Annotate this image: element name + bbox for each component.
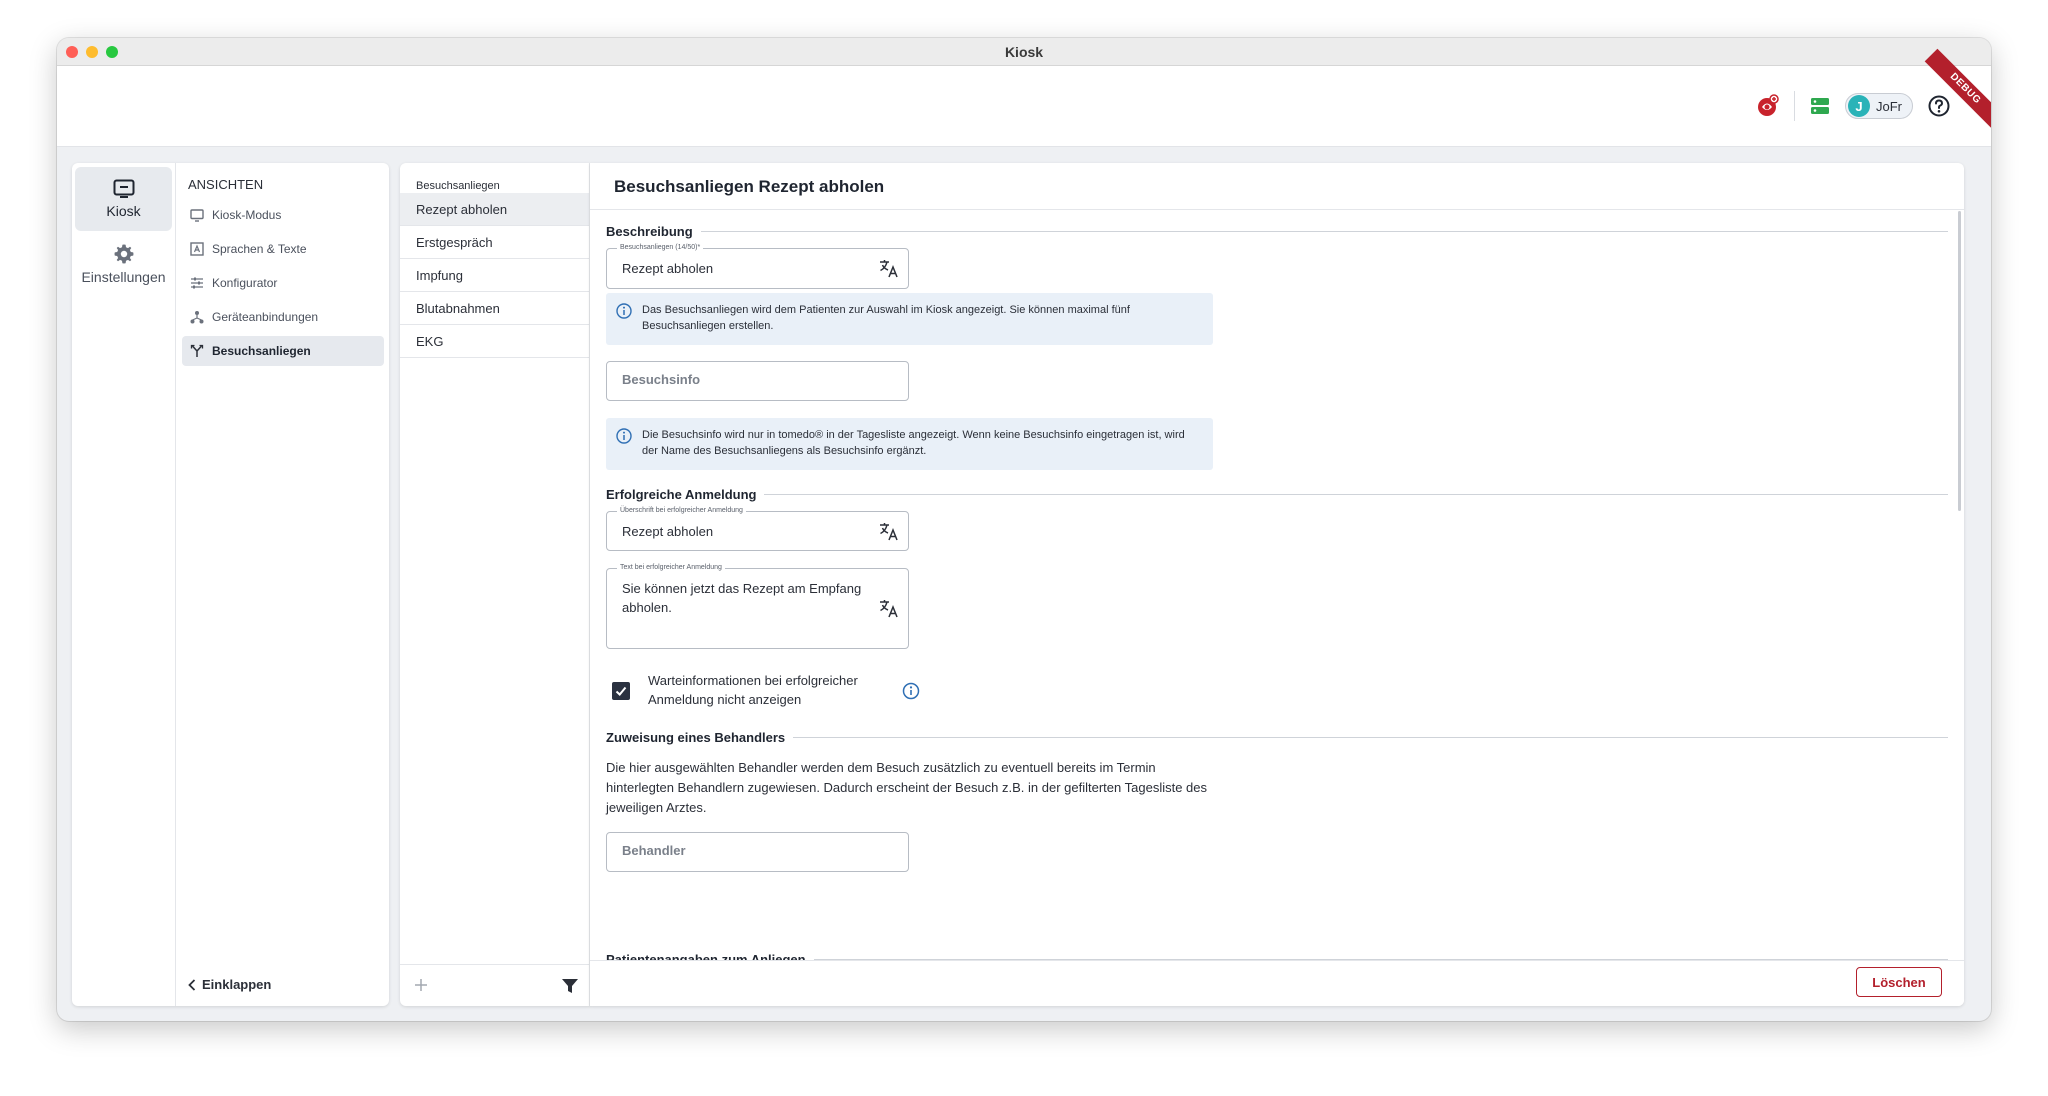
server-status-icon[interactable] xyxy=(1809,95,1831,117)
chevron-left-icon xyxy=(188,978,196,991)
info-icon[interactable] xyxy=(902,682,920,705)
list-item[interactable]: Erstgespräch xyxy=(400,226,589,259)
list-item[interactable]: EKG xyxy=(400,325,589,358)
section-divider xyxy=(764,493,1948,495)
field-label: Besuchsanliegen (14/50)* xyxy=(617,243,704,253)
user-menu-button[interactable]: J JoFr xyxy=(1845,93,1913,119)
filter-icon[interactable] xyxy=(561,977,579,1000)
warteinfo-checkbox[interactable] xyxy=(612,682,630,700)
checkmark-icon xyxy=(615,686,627,696)
help-icon[interactable] xyxy=(1927,94,1951,118)
gear-icon xyxy=(114,244,133,264)
zuweisung-description: Die hier ausgewählten Behandler werden d… xyxy=(606,760,1208,815)
nav-item-label: Besuchsanliegen xyxy=(212,344,311,358)
translate-icon[interactable] xyxy=(878,257,900,284)
rail-item-label: Einstellungen xyxy=(81,269,166,285)
list-item[interactable]: Rezept abholen xyxy=(400,193,589,226)
info-besuchsinfo: Die Besuchsinfo wird nur in tomedo® in d… xyxy=(606,418,1213,470)
nav-item-label: Kiosk-Modus xyxy=(212,208,282,222)
info-icon xyxy=(616,303,632,324)
app-window: Kiosk J JoFr DEBUG Kiosk Einstellungen A… xyxy=(57,38,1991,1021)
section-divider xyxy=(700,230,1948,232)
field-label: Überschrift bei erfolgreicher Anmeldung xyxy=(617,506,746,516)
besuchsanliegen-list-panel: Besuchsanliegen Rezept abholen Erstgespr… xyxy=(400,163,590,1006)
avatar: J xyxy=(1848,95,1870,117)
besuchsanliegen-list: Rezept abholen Erstgespräch Impfung Blut… xyxy=(400,193,589,358)
nav-item-konfigurator[interactable]: Konfigurator xyxy=(182,268,384,298)
warteinfo-checkbox-row: Warteinformationen bei erfolgreicher Anm… xyxy=(612,671,932,711)
ueberschrift-field[interactable]: Überschrift bei erfolgreicher Anmeldung … xyxy=(606,506,909,551)
nav-list: ANSICHTEN Kiosk-Modus Sprachen & Texte K… xyxy=(176,163,389,1006)
section-beschreibung: Beschreibung xyxy=(606,222,1948,240)
nav-item-besuchsanliegen[interactable]: Besuchsanliegen xyxy=(182,336,384,366)
section-title: Erfolgreiche Anmeldung xyxy=(606,486,757,502)
nav-item-label: Sprachen & Texte xyxy=(212,242,307,256)
nav-rail: Kiosk Einstellungen xyxy=(72,163,176,1006)
kiosk-monitor-icon xyxy=(113,179,134,198)
health-shield-icon[interactable] xyxy=(1756,94,1780,118)
nav-item-kiosk-modus[interactable]: Kiosk-Modus xyxy=(182,200,384,230)
sliders-icon xyxy=(191,277,203,289)
navigation-panel: Kiosk Einstellungen ANSICHTEN Kiosk-Modu… xyxy=(72,163,389,1006)
info-besuchsanliegen: Das Besuchsanliegen wird dem Patienten z… xyxy=(606,293,1213,345)
checkbox-label: Warteinformationen bei erfolgreicher Anm… xyxy=(648,673,858,707)
detail-scroll-area[interactable]: Beschreibung Besuchsanliegen (14/50)* Re… xyxy=(590,211,1964,961)
window-title: Kiosk xyxy=(1004,44,1044,60)
nav-heading: ANSICHTEN xyxy=(188,177,264,192)
nav-item-sprachen-texte[interactable]: Sprachen & Texte xyxy=(182,234,384,264)
detail-footer: Löschen xyxy=(590,960,1964,1006)
collapse-label: Einklappen xyxy=(202,977,272,992)
info-text: Die Besuchsinfo wird nur in tomedo® in d… xyxy=(642,429,1185,457)
field-value: Rezept abholen xyxy=(622,261,714,276)
detail-panel: Besuchsanliegen Rezept abholen Beschreib… xyxy=(590,163,1964,1006)
behandler-field[interactable]: Behandler xyxy=(606,832,909,872)
rail-item-einstellungen[interactable]: Einstellungen xyxy=(75,232,172,296)
section-title: Zuweisung eines Behandlers xyxy=(606,729,786,745)
top-toolbar: J JoFr DEBUG xyxy=(57,48,1991,147)
info-icon xyxy=(616,428,632,449)
user-name: JoFr xyxy=(1876,98,1902,114)
info-text: Das Besuchsanliegen wird dem Patienten z… xyxy=(642,304,1130,332)
add-icon[interactable] xyxy=(413,977,429,998)
delete-button[interactable]: Löschen xyxy=(1856,967,1942,997)
toolbar-divider xyxy=(1794,91,1795,121)
rail-item-label: Kiosk xyxy=(106,203,141,219)
section-title: Beschreibung xyxy=(606,223,693,239)
list-item[interactable]: Blutabnahmen xyxy=(400,292,589,325)
section-zuweisung: Zuweisung eines Behandlers xyxy=(606,728,1948,746)
title-bar: Kiosk xyxy=(57,38,1991,66)
nav-item-label: Konfigurator xyxy=(212,276,278,290)
nav-item-geraeteanbindungen[interactable]: Geräteanbindungen xyxy=(182,302,384,332)
field-label: Text bei erfolgreicher Anmeldung xyxy=(617,563,725,573)
section-erfolgreiche-anmeldung: Erfolgreiche Anmeldung xyxy=(606,485,1948,503)
field-placeholder: Behandler xyxy=(622,843,686,858)
nav-item-label: Geräteanbindungen xyxy=(212,310,319,324)
field-placeholder: Besuchsinfo xyxy=(622,372,701,387)
network-icon xyxy=(190,311,204,324)
list-footer xyxy=(400,964,589,1006)
branch-icon xyxy=(190,344,204,357)
erfolgstext-field[interactable]: Text bei erfolgreicher Anmeldung Sie kön… xyxy=(606,563,909,649)
scrollbar[interactable] xyxy=(1958,211,1961,511)
besuchsinfo-field[interactable]: Besuchsinfo xyxy=(606,361,909,401)
field-value: Sie können jetzt das Rezept am Empfang a… xyxy=(622,581,862,615)
besuchsanliegen-field[interactable]: Besuchsanliegen (14/50)* Rezept abholen xyxy=(606,243,909,289)
translate-icon[interactable] xyxy=(878,520,900,547)
monitor-icon xyxy=(190,208,204,222)
text-frame-icon xyxy=(190,242,204,256)
detail-header: Besuchsanliegen Rezept abholen xyxy=(590,163,1964,210)
field-value: Rezept abholen xyxy=(622,524,714,539)
section-divider xyxy=(793,736,1948,738)
collapse-button[interactable]: Einklappen xyxy=(188,977,271,992)
list-item[interactable]: Impfung xyxy=(400,259,589,292)
rail-item-kiosk[interactable]: Kiosk xyxy=(75,167,172,231)
list-heading: Besuchsanliegen xyxy=(416,180,500,192)
translate-icon[interactable] xyxy=(878,597,900,624)
page-title: Besuchsanliegen Rezept abholen xyxy=(614,177,885,196)
